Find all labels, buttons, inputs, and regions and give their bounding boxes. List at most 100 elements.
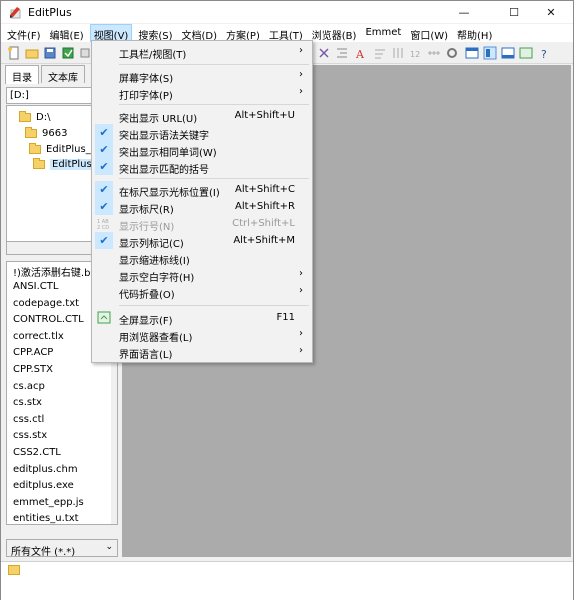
- open-folder-icon: [33, 158, 45, 169]
- list-item[interactable]: CONTROL.CTL: [13, 314, 84, 330]
- menu-item-highlight-url[interactable]: 突出显示 URL(U) Alt+Shift+U: [92, 107, 312, 125]
- column-select-icon[interactable]: [391, 46, 405, 60]
- menu-item-print-font[interactable]: 打印字体(P) ›: [92, 84, 312, 102]
- fullscreen-icon[interactable]: [519, 46, 533, 60]
- list-item[interactable]: css.ctl: [13, 414, 44, 430]
- submenu-arrow-icon: ›: [299, 328, 303, 339]
- editplus-window: EditPlus — ☐ ✕ 文件(F) 编辑(E) 视图(V) 搜索(S) 文…: [0, 0, 574, 600]
- list-item[interactable]: codepage.txt: [13, 298, 79, 314]
- menu-item-highlight-same-word[interactable]: ✔ 突出显示相同单词(W): [92, 141, 312, 159]
- svg-text:?: ?: [541, 48, 547, 60]
- menu-item-fullscreen[interactable]: 全屏显示(F) F11: [92, 309, 312, 327]
- menu-item-label: 用浏览器查看(L): [119, 333, 193, 344]
- directory-window-icon[interactable]: [483, 46, 497, 60]
- menu-item-view-in-browser[interactable]: 用浏览器查看(L) ›: [92, 326, 312, 344]
- menu-separator: [119, 64, 309, 65]
- menu-edit[interactable]: 编辑(E): [47, 24, 87, 42]
- menu-window[interactable]: 窗口(W): [407, 24, 451, 42]
- menu-item-shortcut: Alt+Shift+R: [235, 201, 295, 212]
- list-item[interactable]: cs.stx: [13, 397, 42, 413]
- submenu-arrow-icon: ›: [299, 268, 303, 279]
- save-icon[interactable]: [43, 46, 57, 60]
- tree-node-drive[interactable]: D:\: [19, 110, 50, 125]
- list-item[interactable]: CSS2.CTL: [13, 447, 61, 463]
- font-icon[interactable]: A: [355, 46, 369, 60]
- tree-node-label: EditPlus: [50, 159, 94, 170]
- menu-item-label: 突出显示语法关键字: [119, 131, 209, 142]
- line-number-icon[interactable]: 12: [409, 46, 423, 60]
- ruler-icon[interactable]: [427, 46, 441, 60]
- menu-separator: [119, 305, 309, 306]
- list-item[interactable]: editplus.chm: [13, 464, 78, 480]
- list-item[interactable]: cs.acp: [13, 381, 45, 397]
- menu-item-toolbar-view[interactable]: 工具栏/视图(T) ›: [92, 43, 312, 61]
- menu-item-label: 显示标尺(R): [119, 205, 174, 216]
- menu-file[interactable]: 文件(F): [4, 24, 44, 42]
- new-file-icon[interactable]: [7, 46, 21, 60]
- editplus-logo-icon: [10, 7, 21, 19]
- menu-emmet[interactable]: Emmet: [362, 24, 404, 42]
- menu-item-show-indent-guides[interactable]: 显示缩进标线(I): [92, 249, 312, 267]
- menu-item-show-line-numbers[interactable]: 1 AB 2 CD 显示行号(N) Ctrl+Shift+L: [92, 215, 312, 233]
- list-item[interactable]: CPP.STX: [13, 364, 53, 380]
- submenu-arrow-icon: ›: [299, 69, 303, 80]
- menu-item-ui-language[interactable]: 界面语言(L) ›: [92, 343, 312, 361]
- tab-cliptext[interactable]: 文本库: [41, 65, 85, 84]
- menu-item-shortcut: F11: [276, 312, 295, 323]
- menu-item-label: 突出显示匹配的括号: [119, 165, 209, 176]
- menu-item-label: 显示行号(N): [119, 222, 175, 233]
- menu-item-label: 屏幕字体(S): [119, 74, 174, 85]
- close-button[interactable]: ✕: [529, 1, 573, 23]
- save-all-icon[interactable]: [61, 46, 75, 60]
- menu-browser[interactable]: 浏览器(B): [309, 24, 360, 42]
- tree-node-editplus5[interactable]: EditPlus_5: [29, 142, 97, 157]
- tree-node-9663[interactable]: 9663: [25, 126, 67, 141]
- list-item[interactable]: entities_u.txt: [13, 513, 79, 524]
- list-item[interactable]: !)激活添删右键.ba: [13, 264, 97, 280]
- menu-item-screen-font[interactable]: 屏幕字体(S) ›: [92, 67, 312, 85]
- settings-icon[interactable]: [445, 46, 459, 60]
- tab-directory[interactable]: 目录: [5, 65, 39, 84]
- submenu-arrow-icon: ›: [299, 345, 303, 356]
- list-item[interactable]: editplus.exe: [13, 480, 74, 496]
- menu-item-label: 在标尺显示光标位置(I): [119, 188, 220, 199]
- menu-separator: [119, 104, 309, 105]
- window-bottom: [1, 579, 573, 600]
- word-wrap-icon[interactable]: [373, 46, 387, 60]
- minimize-button[interactable]: —: [442, 1, 486, 23]
- tree-node-label: D:\: [36, 112, 51, 123]
- folder-status-icon: [8, 565, 20, 575]
- menu-item-ruler-cursor-position[interactable]: ✔ 在标尺显示光标位置(I) Alt+Shift+C: [92, 181, 312, 199]
- window-layout-icon[interactable]: [465, 46, 479, 60]
- menu-item-highlight-syntax[interactable]: ✔ 突出显示语法关键字: [92, 124, 312, 142]
- status-bar: [1, 561, 573, 579]
- menu-help[interactable]: 帮助(H): [454, 24, 495, 42]
- svg-text:2 CD: 2 CD: [97, 225, 109, 230]
- line-number-icon: 1 AB2 CD: [97, 219, 109, 230]
- list-item[interactable]: ANSI.CTL: [13, 281, 58, 297]
- replace-icon[interactable]: [317, 46, 331, 60]
- tree-node-editplus[interactable]: EditPlus: [33, 157, 94, 172]
- list-item[interactable]: emmet_epp.js: [13, 497, 84, 513]
- list-item[interactable]: correct.tlx: [13, 331, 64, 347]
- menu-item-highlight-brackets[interactable]: ✔ 突出显示匹配的括号: [92, 158, 312, 176]
- menu-item-label: 显示列标记(C): [119, 239, 184, 250]
- indent-icon[interactable]: [335, 46, 349, 60]
- file-filter-value: 所有文件 (*.*): [11, 547, 76, 558]
- help-icon[interactable]: ?: [539, 46, 553, 60]
- folder-icon: [29, 143, 41, 154]
- open-folder-icon[interactable]: [25, 46, 39, 60]
- tree-node-label: 9663: [42, 128, 68, 139]
- checkmark-icon: ✔: [95, 158, 113, 175]
- output-window-icon[interactable]: [501, 46, 515, 60]
- menu-item-show-column-marker[interactable]: ✔ 显示列标记(C) Alt+Shift+M: [92, 232, 312, 250]
- checkmark-icon: ✔: [95, 181, 113, 198]
- list-item[interactable]: CPP.ACP: [13, 347, 53, 363]
- list-item[interactable]: css.stx: [13, 430, 47, 446]
- menu-item-shortcut: Ctrl+Shift+L: [232, 218, 295, 229]
- menu-item-code-folding[interactable]: 代码折叠(O) ›: [92, 283, 312, 301]
- file-filter-select[interactable]: 所有文件 (*.*) ⌄: [6, 539, 118, 558]
- menu-item-show-ruler[interactable]: ✔ 显示标尺(R) Alt+Shift+R: [92, 198, 312, 216]
- menu-item-show-whitespace[interactable]: 显示空白字符(H) ›: [92, 266, 312, 284]
- view-menu-dropdown: 工具栏/视图(T) › 屏幕字体(S) › 打印字体(P) › 突出显示 URL…: [91, 40, 313, 363]
